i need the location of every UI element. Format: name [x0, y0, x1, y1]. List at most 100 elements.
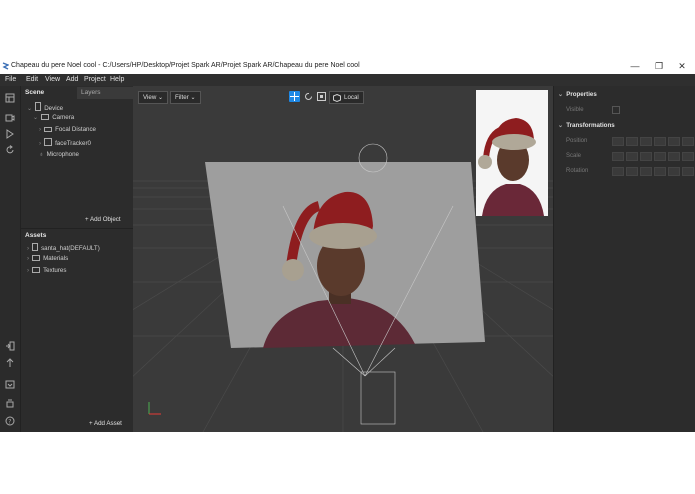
position-x-field[interactable] — [612, 137, 624, 146]
device-icon — [35, 102, 42, 111]
tab-scene[interactable]: Scene — [25, 89, 44, 101]
tree-item-focal-distance[interactable]: › Focal Distance — [39, 126, 96, 133]
menu-project[interactable]: Project — [84, 76, 106, 83]
tree-item-label: faceTracker0 — [55, 140, 91, 147]
properties-panel: ⌄ Properties Visible ⌄ Transformations Pos… — [553, 86, 695, 432]
tree-item-label: Microphone — [46, 151, 79, 158]
tree-item-facetracker[interactable]: › faceTracker0 — [39, 138, 91, 147]
tab-layers[interactable]: Layers — [81, 89, 101, 101]
minimize-button[interactable]: — — [626, 60, 644, 72]
position-label: Position — [566, 138, 588, 144]
asset-item-label: santa_hat(DEFAULT) — [41, 245, 100, 252]
move-tool-button[interactable] — [289, 91, 300, 102]
refresh-icon[interactable] — [5, 145, 15, 155]
close-button[interactable]: ✕ — [673, 60, 691, 72]
tree-item-device[interactable]: ⌄ Device — [27, 102, 63, 112]
tree-item-camera[interactable]: ⌄ Camera — [33, 114, 74, 121]
camera-icon — [41, 114, 50, 120]
position-x-field-2[interactable] — [626, 137, 638, 146]
chevron-down-icon[interactable]: ⌄ — [27, 105, 32, 112]
svg-text:?: ? — [8, 419, 11, 426]
add-asset-button[interactable]: + Add Asset — [89, 420, 122, 427]
scale-y-field-2[interactable] — [654, 152, 666, 161]
asset-item-label: Textures — [43, 267, 67, 274]
file-icon — [32, 243, 39, 251]
rotation-x-field[interactable] — [612, 167, 624, 176]
asset-item-label: Materials — [43, 255, 69, 262]
scale-y-field[interactable] — [640, 152, 652, 161]
local-label: Local — [344, 94, 359, 101]
chevron-right-icon[interactable]: › — [39, 126, 41, 133]
view-dropdown[interactable]: View ⌄ — [138, 91, 169, 104]
position-z-field-2[interactable] — [682, 137, 694, 146]
asset-item-textures[interactable]: › Textures — [27, 267, 66, 274]
rotation-z-field-2[interactable] — [682, 167, 694, 176]
scale-x-field-2[interactable] — [626, 152, 638, 161]
scale-x-field[interactable] — [612, 152, 624, 161]
chevron-down-icon: ⌄ — [558, 91, 564, 98]
rotation-y-field[interactable] — [640, 167, 652, 176]
tree-item-label: Camera — [52, 114, 75, 121]
chevron-right-icon[interactable]: › — [39, 140, 41, 147]
properties-header[interactable]: ⌄ Properties — [558, 91, 597, 98]
rotation-z-field[interactable] — [668, 167, 680, 176]
upload-icon[interactable] — [5, 358, 15, 368]
assets-panel: Assets › santa_hat(DEFAULT) › Materials › T… — [21, 228, 133, 433]
restore-button[interactable]: ❐ — [650, 60, 668, 72]
left-toolbar: ? — [0, 86, 21, 432]
help-icon[interactable]: ? — [5, 416, 15, 426]
rotation-x-field-2[interactable] — [626, 167, 638, 176]
chevron-right-icon[interactable]: › — [27, 255, 29, 262]
play-icon[interactable] — [5, 129, 15, 139]
santa-hat-fur — [309, 223, 377, 249]
chevron-right-icon[interactable]: › — [27, 267, 29, 274]
scale-icon[interactable] — [316, 91, 327, 102]
rotate-icon[interactable] — [303, 91, 314, 102]
scene-panel: Scene Layers ⌄ Device ⌄ Camera › Focal Dist… — [21, 86, 133, 228]
window-titlebar: Chapeau du pere Noel cool - C:/Users/HP/… — [0, 59, 695, 74]
library-icon[interactable] — [5, 379, 15, 389]
scale-z-field[interactable] — [668, 152, 680, 161]
chevron-down-icon[interactable]: ⌄ — [33, 114, 38, 121]
local-toggle-button[interactable]: Local — [329, 91, 364, 104]
position-z-field[interactable] — [668, 137, 680, 146]
position-y-field-2[interactable] — [654, 137, 666, 146]
transformations-header[interactable]: ⌄ Transformations — [558, 122, 615, 129]
device-preview — [476, 90, 548, 216]
send-to-device-icon[interactable] — [5, 341, 15, 351]
video-icon[interactable] — [5, 113, 15, 123]
scale-label: Scale — [566, 153, 582, 159]
menu-edit[interactable]: Edit — [26, 76, 38, 83]
position-y-field[interactable] — [640, 137, 652, 146]
menu-help[interactable]: Help — [110, 76, 124, 83]
menu-file[interactable]: File — [5, 76, 16, 83]
move-icon — [290, 92, 299, 101]
axis-gizmo — [148, 402, 161, 415]
scale-z-field-2[interactable] — [682, 152, 694, 161]
scene-layout-icon[interactable] — [5, 93, 15, 103]
community-icon[interactable] — [5, 399, 15, 409]
asset-item-materials[interactable]: › Materials — [27, 255, 68, 262]
properties-header-label: Properties — [566, 91, 597, 98]
menu-view[interactable]: View — [45, 76, 60, 83]
chevron-down-icon: ⌄ — [558, 122, 564, 129]
microphone-icon: ♁ — [39, 151, 44, 158]
chevron-right-icon[interactable]: › — [27, 245, 29, 252]
device-preview-image — [476, 90, 548, 216]
menu-add[interactable]: Add — [66, 76, 78, 83]
rotation-y-field-2[interactable] — [654, 167, 666, 176]
tree-item-microphone[interactable]: ♁ Microphone — [39, 151, 79, 158]
rotation-label: Rotation — [566, 168, 589, 174]
santa-hat-pompom — [282, 259, 304, 281]
viewport[interactable]: View ⌄ Filter ⌄ Local — [133, 86, 553, 432]
focal-distance-icon — [44, 127, 53, 132]
add-object-button[interactable]: + Add Object — [85, 216, 121, 223]
visible-checkbox[interactable] — [612, 106, 620, 114]
asset-item-santa-hat[interactable]: › santa_hat(DEFAULT) — [27, 243, 100, 252]
filter-dropdown[interactable]: Filter ⌄ — [170, 91, 201, 104]
local-cube-icon — [333, 94, 341, 102]
page-bottom-whitespace — [0, 432, 695, 494]
face-tracker-icon — [44, 138, 53, 146]
menu-bar: File Edit View Add Project Help — [0, 74, 695, 86]
window-title: Chapeau du pere Noel cool - C:/Users/HP/… — [11, 62, 360, 69]
